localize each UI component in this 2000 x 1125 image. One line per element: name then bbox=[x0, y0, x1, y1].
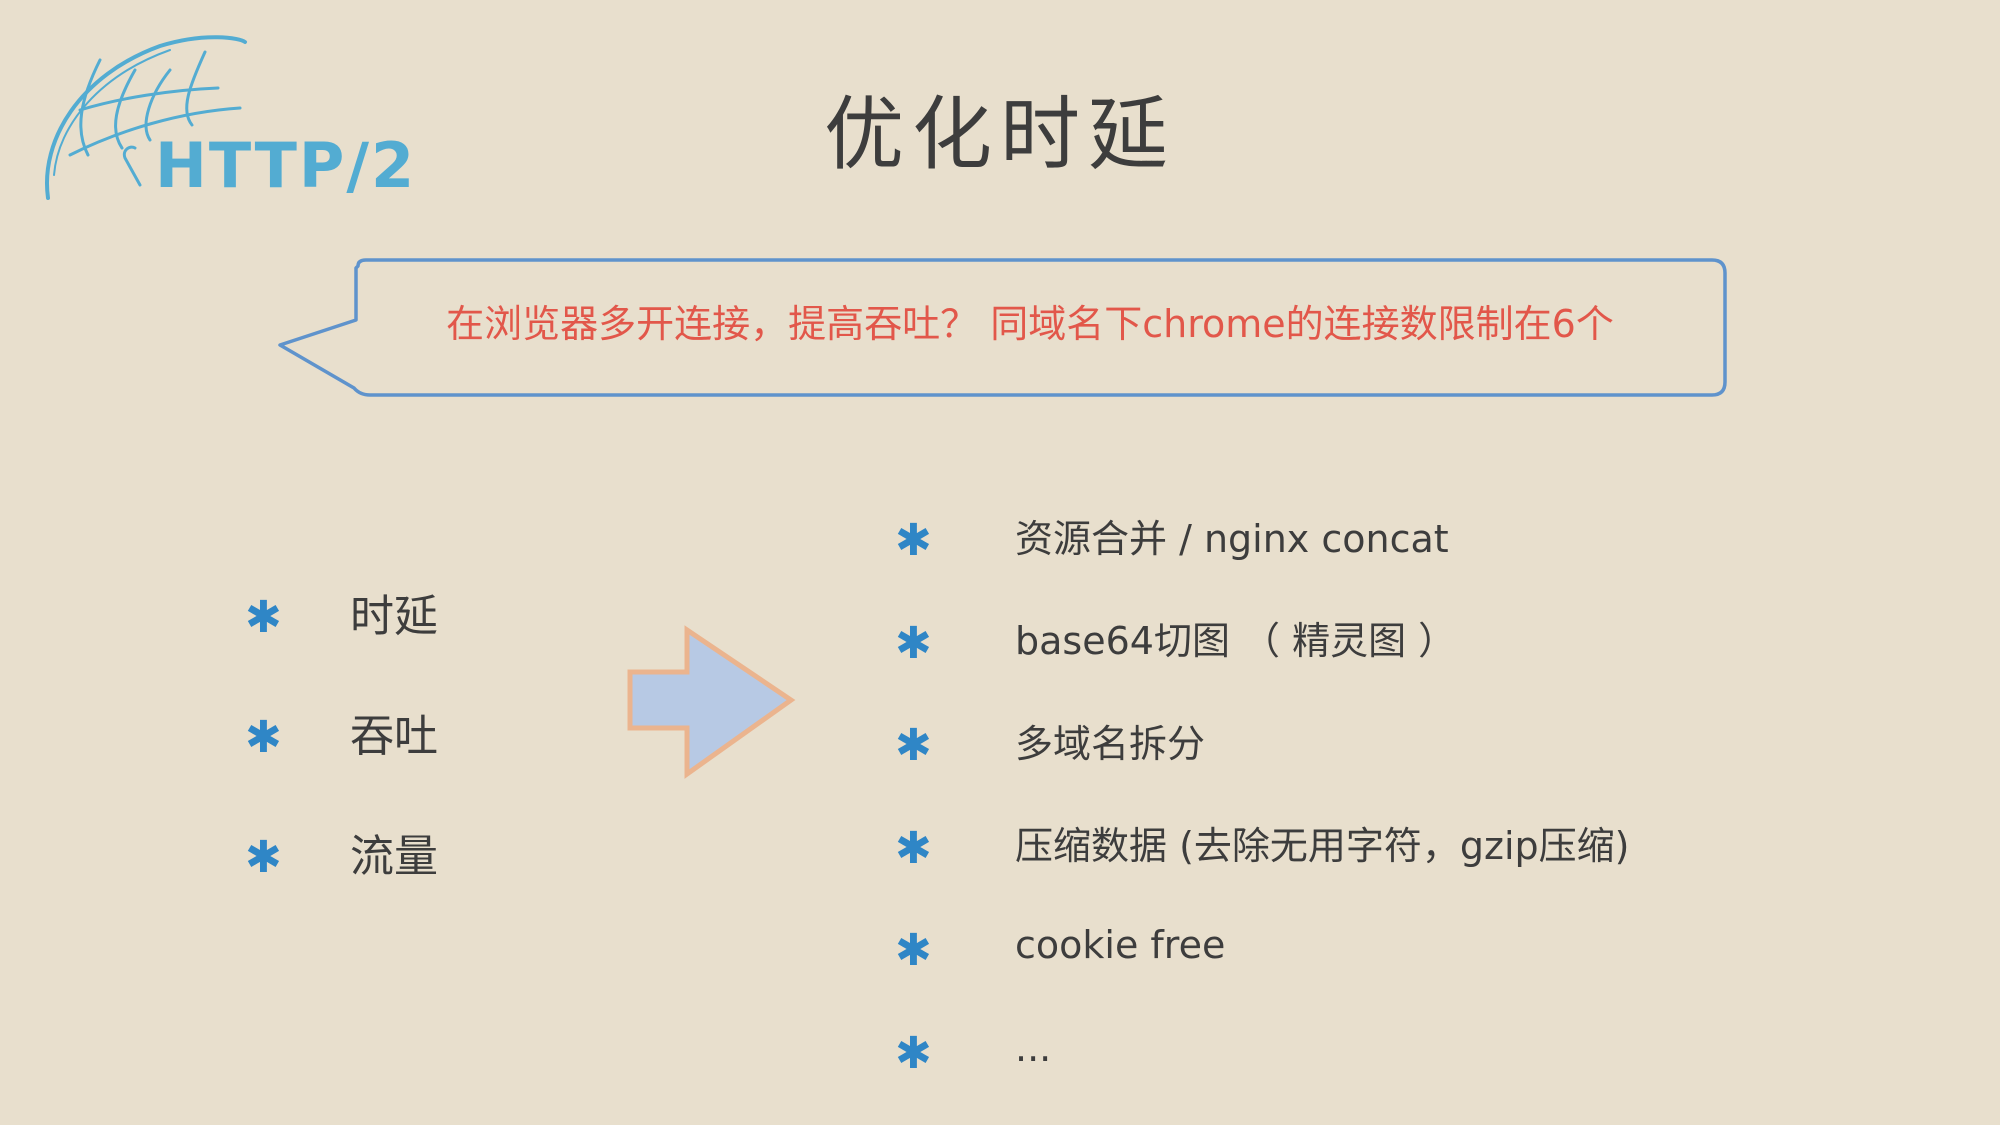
list-item: ✱ ... bbox=[895, 997, 1629, 1100]
asterisk-bullet-icon: ✱ bbox=[245, 832, 282, 883]
list-item-label: 流量 bbox=[350, 831, 438, 882]
list-item-label: 多域名拆分 bbox=[1015, 721, 1206, 766]
asterisk-bullet-icon: ✱ bbox=[895, 1027, 932, 1079]
right-list: ✱ 资源合并 / nginx concat ✱ base64切图 （ 精灵图 ）… bbox=[895, 484, 1629, 1099]
list-item-label: 吞吐 bbox=[350, 711, 438, 762]
page-title: 优化时延 bbox=[824, 88, 1176, 181]
left-list: ✱ 时延 ✱ 吞吐 ✱ 流量 bbox=[245, 552, 438, 912]
list-item: ✱ 吞吐 bbox=[245, 672, 438, 792]
list-item-label: base64切图 （ 精灵图 ） bbox=[1015, 619, 1457, 664]
list-item: ✱ 压缩数据 (去除无用字符，gzip压缩) bbox=[895, 792, 1629, 895]
list-item-label: 时延 bbox=[350, 591, 438, 642]
callout-text: 在浏览器多开连接，提高吞吐？ 同域名下chrome的连接数限制在6个 bbox=[446, 302, 1614, 346]
asterisk-bullet-icon: ✱ bbox=[245, 712, 282, 763]
asterisk-bullet-icon: ✱ bbox=[245, 592, 282, 643]
asterisk-bullet-icon: ✱ bbox=[895, 720, 932, 772]
list-item-label: 压缩数据 (去除无用字符，gzip压缩) bbox=[1015, 824, 1630, 869]
list-item-label: 资源合并 / nginx concat bbox=[1015, 516, 1449, 561]
list-item: ✱ 流量 bbox=[245, 792, 438, 912]
list-item-label: ... bbox=[1015, 1025, 1052, 1070]
asterisk-bullet-icon: ✱ bbox=[895, 822, 932, 874]
list-item: ✱ 多域名拆分 bbox=[895, 689, 1629, 792]
slide: HTTP/2 优化时延 在浏览器多开连接，提高吞吐？ 同域名下chrome的连接… bbox=[0, 0, 2000, 1125]
list-item-label: cookie free bbox=[1015, 923, 1226, 968]
asterisk-bullet-icon: ✱ bbox=[895, 925, 932, 977]
asterisk-bullet-icon: ✱ bbox=[895, 617, 932, 669]
list-item: ✱ 时延 bbox=[245, 552, 438, 672]
list-item: ✱ cookie free bbox=[895, 894, 1629, 997]
right-arrow-icon bbox=[627, 625, 796, 779]
list-item: ✱ 资源合并 / nginx concat bbox=[895, 484, 1629, 587]
list-item: ✱ base64切图 （ 精灵图 ） bbox=[895, 587, 1629, 690]
asterisk-bullet-icon: ✱ bbox=[895, 515, 932, 567]
